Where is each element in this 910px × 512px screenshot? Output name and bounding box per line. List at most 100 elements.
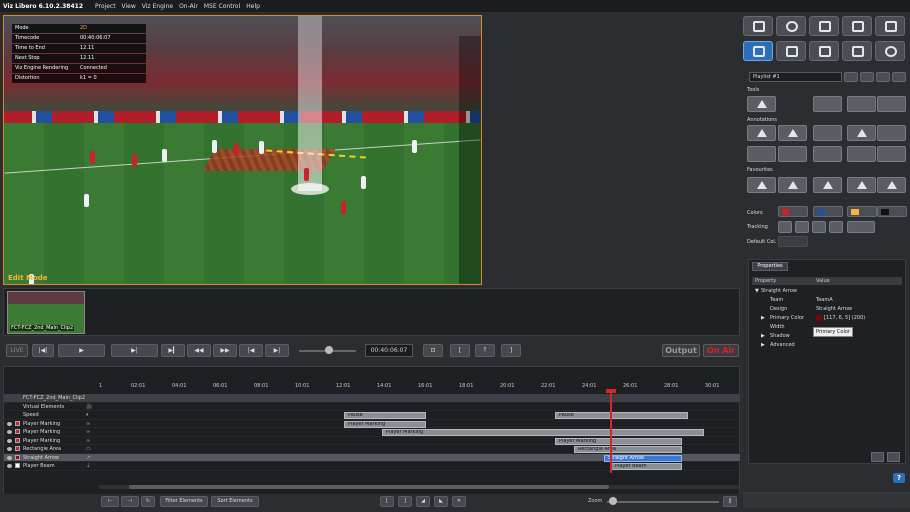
camera-tool[interactable] xyxy=(877,96,906,112)
property-row[interactable]: Team TeamA xyxy=(752,296,902,304)
save-icon[interactable] xyxy=(876,72,890,82)
favourite-3[interactable] xyxy=(813,177,842,193)
track-color-swatch[interactable] xyxy=(15,437,20,443)
help-icon[interactable]: ? xyxy=(893,473,905,483)
skip-forward-button[interactable]: ▶| xyxy=(265,344,289,357)
timeline-clip-player-marking[interactable]: Player Marking xyxy=(555,437,682,445)
player[interactable] xyxy=(212,140,217,153)
player[interactable] xyxy=(84,194,89,207)
link-tool[interactable] xyxy=(813,125,842,141)
player-figure-tool[interactable] xyxy=(877,146,906,162)
runner-icon[interactable] xyxy=(842,16,872,36)
beam-tool[interactable] xyxy=(847,125,876,141)
default-color-picker[interactable] xyxy=(778,236,808,247)
open-folder-icon[interactable] xyxy=(844,72,858,82)
zoom-slider-track[interactable] xyxy=(607,501,719,503)
menu-viz-engine[interactable]: Viz Engine xyxy=(142,3,173,10)
pitch-view-icon[interactable] xyxy=(743,41,773,61)
player[interactable] xyxy=(341,201,346,214)
track-color-swatch[interactable] xyxy=(15,454,20,460)
pause-tool[interactable] xyxy=(813,96,842,112)
ramp-out-icon[interactable]: ◣ xyxy=(434,496,448,507)
scrollbar-thumb[interactable] xyxy=(129,485,609,489)
play-to-stop-button[interactable]: ▶| xyxy=(111,344,158,357)
timeline-clip-player-beam[interactable]: Player Beam xyxy=(611,463,682,470)
timeline-clip-player-marking[interactable]: Player Marking xyxy=(382,429,704,436)
color-picker-secondary[interactable] xyxy=(813,206,843,217)
color-picker-fourth[interactable] xyxy=(877,206,907,217)
menu-project[interactable]: Project xyxy=(95,3,116,10)
track-color-swatch[interactable] xyxy=(15,420,20,426)
track-player-marking[interactable]: Player Marking ∞ Player Marking xyxy=(4,428,740,437)
playlist-dropdown[interactable]: Playlist #1 xyxy=(749,72,842,82)
player[interactable] xyxy=(304,168,309,181)
straight-arrow-tool[interactable] xyxy=(877,125,906,141)
stadium-icon[interactable] xyxy=(842,41,872,61)
track-star-icon[interactable] xyxy=(829,221,843,233)
primary-color-swatch[interactable] xyxy=(816,315,822,321)
bracket-out-icon[interactable]: ] xyxy=(398,496,412,507)
player[interactable] xyxy=(361,176,366,189)
menu-help[interactable]: Help xyxy=(246,3,260,10)
delete-icon[interactable]: ✕ xyxy=(452,496,466,507)
skip-back-button[interactable]: |◀ xyxy=(239,344,263,357)
ball-icon[interactable] xyxy=(776,16,806,36)
visibility-eye-icon[interactable] xyxy=(7,438,12,443)
track-header-clip[interactable]: FCT-FCZ_2nd_Main_Clip2 xyxy=(4,394,740,403)
video-viewport[interactable]: Mode 2D Timecode 00:40:06:07 Time to End 12… xyxy=(3,15,482,285)
trash-icon[interactable] xyxy=(892,72,906,82)
player-beam-graphic[interactable] xyxy=(298,16,322,191)
property-row[interactable]: ▶ Advanced xyxy=(752,341,902,349)
collapse-icon[interactable]: ▼ xyxy=(755,287,759,295)
favourite-1[interactable] xyxy=(747,177,776,193)
player[interactable] xyxy=(90,151,95,164)
3d-icon[interactable] xyxy=(875,16,905,36)
timeline-clip-player-marking[interactable]: Player Marking xyxy=(344,420,426,428)
menu-mse-control[interactable]: MSE Control xyxy=(204,3,240,10)
mark-in-icon[interactable]: [ xyxy=(450,344,470,357)
zoom-slider-knob[interactable] xyxy=(609,497,617,505)
fast-forward-button[interactable]: ▶▶ xyxy=(213,344,237,357)
track-forward-icon[interactable] xyxy=(847,221,875,233)
add-stop-icon[interactable]: ⤒ xyxy=(475,344,495,357)
property-value[interactable]: [117, 6, 5] (200) xyxy=(824,314,865,322)
timeline-clip-pause[interactable]: Pause xyxy=(344,412,426,419)
bracket-in-icon[interactable]: [ xyxy=(380,496,394,507)
track-hand-icon[interactable] xyxy=(795,221,809,233)
track-virtual-elements[interactable]: Virtual Elements 🎥 xyxy=(4,403,740,411)
cut-tool[interactable] xyxy=(847,96,876,112)
snapshot-icon[interactable]: ⊡ xyxy=(423,344,443,357)
menu-view[interactable]: View xyxy=(122,3,136,10)
timeline-clip-rectangle-area[interactable]: Rectangle Area xyxy=(574,446,682,453)
player-marking-ring[interactable] xyxy=(291,183,329,195)
player-marker-tool[interactable] xyxy=(747,125,776,141)
track-rectangle-area[interactable]: Rectangle Area ▭ Rectangle Area xyxy=(4,445,740,454)
live-button[interactable]: LIVE xyxy=(6,344,28,357)
expand-icon[interactable]: ▶ xyxy=(761,314,765,322)
play-button[interactable]: ▶ xyxy=(58,344,105,357)
go-to-live-icon[interactable]: |◀| xyxy=(32,344,54,357)
track-color-swatch[interactable] xyxy=(15,429,20,434)
refresh-icon[interactable]: ↻ xyxy=(141,496,155,507)
visibility-eye-icon[interactable] xyxy=(7,430,12,434)
camera-calibration-icon[interactable] xyxy=(776,41,806,61)
timeline-clip-straight-arrow[interactable]: Straight Arrow xyxy=(604,454,682,462)
timeline-clip-pause[interactable]: Pause xyxy=(555,412,688,419)
expand-icon[interactable]: ▶ xyxy=(761,341,765,349)
speed-slider-knob[interactable] xyxy=(325,346,333,354)
expand-icon[interactable]: ▶ xyxy=(761,332,765,340)
property-value[interactable]: TeamA xyxy=(816,296,833,304)
clip-thumbnail[interactable]: FCT-FCZ_2nd_Main_Clip2 xyxy=(7,291,85,334)
pause-icon[interactable]: ‖ xyxy=(723,496,737,507)
area-tool[interactable] xyxy=(747,146,776,162)
player-name-tool[interactable] xyxy=(778,125,807,141)
new-folder-icon[interactable] xyxy=(860,72,874,82)
visibility-eye-icon[interactable] xyxy=(7,421,12,426)
step-next-stop-button[interactable]: ▶▎ xyxy=(161,344,185,357)
player[interactable] xyxy=(132,154,137,167)
visibility-eye-icon[interactable] xyxy=(7,447,12,451)
player[interactable] xyxy=(234,143,239,156)
freehand-tool[interactable] xyxy=(813,146,842,162)
property-row[interactable]: ▶ Primary Color [117, 6, 5] (200) xyxy=(752,314,902,322)
track-player-marking[interactable]: Player Marking ∞ Player Marking xyxy=(4,420,740,428)
